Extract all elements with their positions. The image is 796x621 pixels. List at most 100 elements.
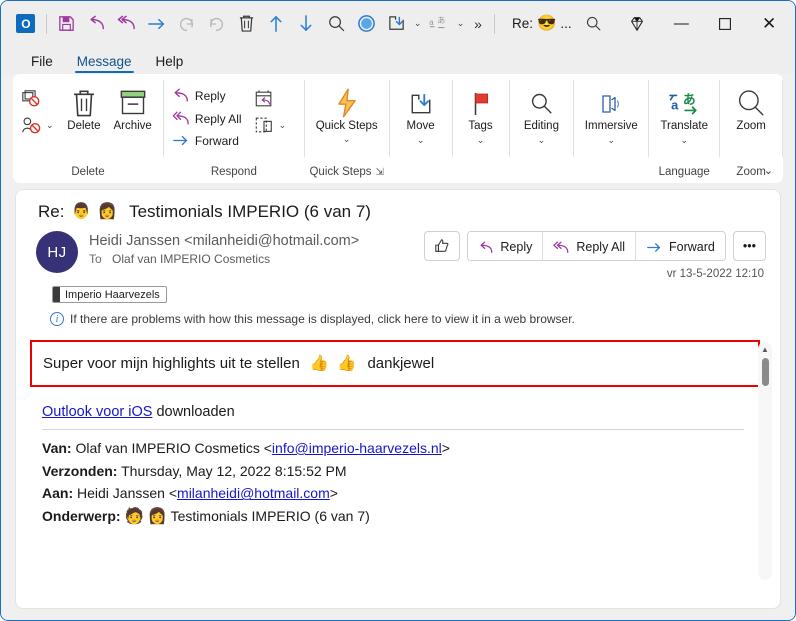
close-button[interactable]: ✕ (747, 2, 791, 45)
archive-icon (119, 86, 147, 118)
archive-button[interactable]: Archive (108, 82, 157, 137)
chevron-down-icon[interactable]: ⌄ (46, 120, 54, 131)
category-label: Imperio Haarvezels (65, 288, 160, 301)
to-value[interactable]: Olaf van IMPERIO Cosmetics (112, 252, 270, 266)
reply-all-button[interactable]: Reply All (543, 232, 637, 260)
trash-icon (71, 86, 97, 118)
chevron-down-icon-2[interactable]: ⌄ (454, 18, 467, 29)
reply-actions-group: Reply Reply All Forward (467, 231, 726, 261)
chevron-down-icon[interactable]: ⌄ (411, 18, 424, 29)
highlight-text-2: dankjewel (367, 355, 435, 372)
chevron-down-icon[interactable]: ⌄ (538, 135, 546, 145)
minimize-button[interactable]: — (659, 2, 703, 45)
tab-help[interactable]: Help (146, 52, 194, 74)
subject-emoji-1: 👨 (71, 203, 91, 221)
editing-button[interactable]: Editing ⌄ (515, 82, 567, 150)
move-box-icon[interactable] (381, 9, 411, 39)
delete-button[interactable]: Delete (60, 82, 109, 137)
message-actions: Reply Reply All Forward ••• vr 13-5-2022… (424, 231, 766, 280)
reply-button-label: Reply (500, 240, 533, 254)
arrow-down-icon[interactable] (291, 9, 321, 39)
quoted-from-line: Van: Olaf van IMPERIO Cosmetics <info@im… (42, 437, 780, 460)
body-scrollbar[interactable]: ▲ (758, 342, 772, 580)
diamond-icon[interactable] (616, 2, 660, 45)
tags-button-label: Tags (468, 120, 493, 132)
qat-divider-2 (494, 13, 496, 34)
avatar[interactable]: HJ (36, 231, 78, 273)
undo-circle-icon (172, 9, 202, 39)
reply-button[interactable]: Reply (468, 232, 544, 260)
quoted-from-email-link[interactable]: info@imperio-haarvezels.nl (272, 440, 442, 456)
forward-button[interactable]: Forward (636, 232, 725, 260)
dialog-launcher-icon[interactable]: ⇲ (375, 167, 383, 178)
window-search-icon[interactable] (572, 2, 616, 45)
scroll-up-arrow-icon[interactable]: ▲ (761, 346, 769, 354)
chevron-down-icon[interactable]: ⌄ (680, 135, 688, 145)
ignore-button[interactable] (19, 86, 60, 112)
scrollbar-thumb[interactable] (761, 358, 769, 386)
reading-pane: Re: 👨 👩 Testimonials IMPERIO (6 van 7) H… (15, 189, 781, 609)
zoom-button[interactable]: Zoom (726, 82, 776, 137)
immersive-button[interactable]: Immersive ⌄ (580, 82, 642, 150)
quick-steps-button-label: Quick Steps ⌄ (313, 120, 381, 146)
ribbon-group-immersive: Immersive ⌄ (574, 74, 648, 183)
tab-file[interactable]: File (21, 52, 63, 74)
outlook-ios-link[interactable]: Outlook voor iOS (42, 404, 152, 420)
undo-all-icon[interactable] (112, 9, 142, 39)
subject-emoji-2: 👩 (97, 203, 118, 221)
calendar-reply-icon (255, 90, 271, 107)
move-button-label: Move (406, 120, 435, 132)
flag-icon (470, 86, 492, 118)
trash-icon[interactable] (232, 9, 262, 39)
search-icon[interactable] (321, 9, 351, 39)
reply-all-button[interactable]: Reply All (170, 107, 248, 130)
quick-steps-group-text: Quick Steps (309, 166, 372, 178)
forward-icon (173, 135, 187, 146)
chevron-down-icon[interactable]: ⌄ (343, 134, 351, 144)
chevron-down-icon[interactable]: ⌄ (417, 135, 425, 145)
info-bar[interactable]: i If there are problems with how this me… (16, 307, 780, 326)
quoted-sent-label: Verzonden: (42, 462, 118, 479)
like-button[interactable] (424, 231, 461, 261)
record-circle-icon[interactable] (351, 9, 381, 39)
ribbon-group-editing: Editing ⌄ (509, 74, 573, 183)
window-title-emoji: 😎 (537, 14, 557, 32)
translate-button[interactable]: aあ Translate ⌄ (655, 82, 713, 150)
ribbon-group-tags-label (453, 178, 509, 183)
quoted-from-close: > (441, 440, 450, 456)
maximize-button[interactable] (703, 2, 747, 45)
forward-button[interactable]: Forward (170, 130, 248, 151)
arrow-right-icon[interactable] (142, 9, 172, 39)
meeting-button[interactable] (252, 86, 293, 112)
outlook-message-window: ⌄ aあ ⌄ » Re: 😎 ... — ✕ File Message Help (0, 0, 796, 621)
move-icon (409, 86, 433, 118)
chevron-down-icon[interactable]: ⌄ (279, 120, 287, 131)
tab-message[interactable]: Message (67, 52, 142, 74)
move-button[interactable]: Move ⌄ (396, 82, 446, 150)
qat-overflow-button[interactable]: » (467, 16, 489, 32)
chevron-down-icon[interactable]: ⌄ (477, 135, 485, 145)
category-tag[interactable]: Imperio Haarvezels (52, 286, 167, 303)
ribbon-collapse-button[interactable]: ⌄ (764, 164, 773, 177)
archive-button-label: Archive (113, 120, 152, 132)
download-suffix: downloaden (156, 404, 235, 420)
ribbon-group-move: Move ⌄ (390, 74, 452, 183)
sender-name[interactable]: Heidi Janssen <milanheidi@hotmail.com> (89, 233, 424, 249)
quoted-subject-emoji-1: 🧑 (124, 508, 144, 526)
quoted-to-email-link[interactable]: milanheidi@hotmail.com (177, 485, 330, 501)
info-icon: i (50, 312, 64, 326)
reply-button[interactable]: Reply (170, 84, 248, 107)
more-actions-button[interactable]: ••• (732, 231, 766, 261)
arrow-up-icon[interactable] (262, 9, 292, 39)
ribbon-group-delete-label: Delete (71, 166, 105, 178)
download-app-row: Outlook voor iOS downloaden (16, 387, 780, 420)
save-icon[interactable] (52, 9, 82, 39)
like-icon (435, 239, 449, 252)
quick-steps-button[interactable]: Quick Steps ⌄ (311, 82, 383, 150)
tags-button[interactable]: Tags ⌄ (459, 82, 503, 150)
undo-icon[interactable] (82, 9, 112, 39)
chevron-down-icon[interactable]: ⌄ (608, 135, 616, 145)
translate-icon: aあ (669, 86, 699, 118)
more-respond-button[interactable]: ⌄ (252, 112, 293, 138)
block-sender-button[interactable]: ⌄ (19, 112, 60, 138)
